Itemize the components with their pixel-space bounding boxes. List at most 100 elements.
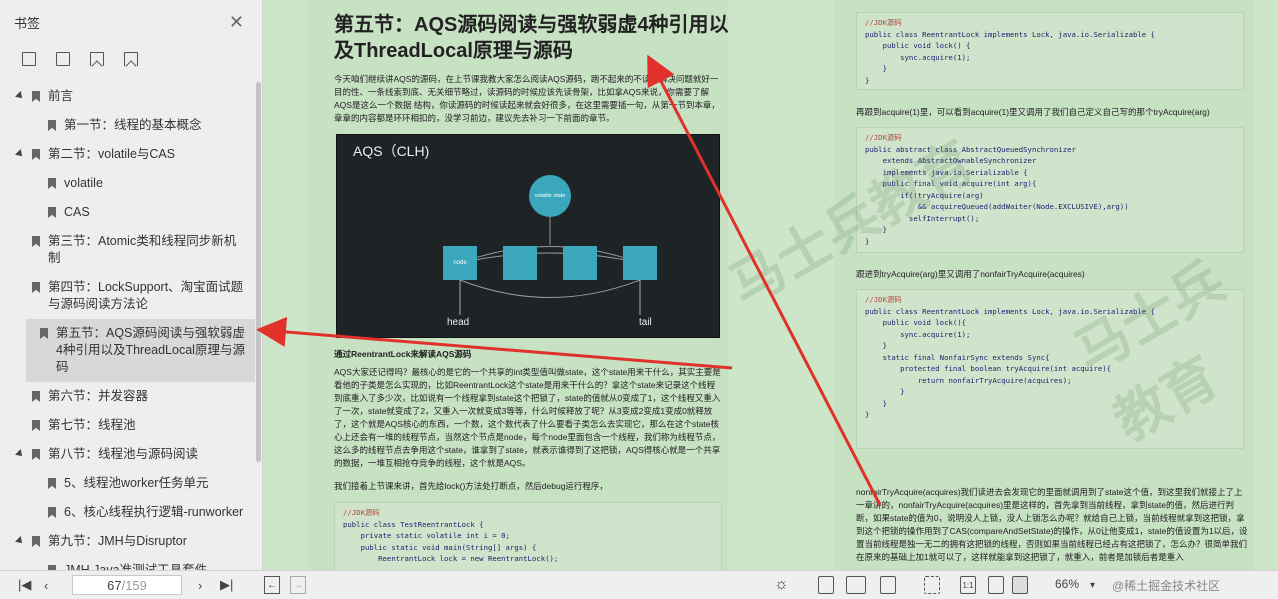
bookmark-item[interactable]: JMH Java准测试工具套件 [0,556,255,570]
bookmark-icon [48,478,56,489]
bookmark-item[interactable]: CAS [0,198,255,227]
code-line: //JDK源码 [865,133,902,142]
code-line: } [865,398,887,408]
code-line: public final void acquire(int arg){ [865,179,1037,188]
bookmark-item[interactable]: 第三节：Atomic类和线程同步新机制 [0,227,255,273]
code-line: sync.acquire(1); [865,329,971,339]
code-line: if(!tryAcquire(arg) [865,190,984,200]
bookmark-label: 第四节：LockSupport、淘宝面试题与源码阅读方法论 [48,280,244,311]
bookmark-item[interactable]: 第七节：线程池 [0,411,255,440]
actual-size-icon[interactable]: 1:1 [960,576,976,594]
bookmark-label: 第三节：Atomic类和线程同步新机制 [48,234,237,265]
bookmark-icon [32,420,40,431]
body-text-1: 再跟到acquire(1)里，可以看到acquire(1)里又调用了我们自己定义… [856,107,1210,117]
code-line: public static void main(String[] args) { [343,542,537,552]
subheading: 通过ReentrantLock来解读AQS源码 [334,349,472,359]
close-icon[interactable]: ✕ [229,12,244,33]
read-mode-icon[interactable]: ☼ [774,576,789,594]
code-line: //JDK源码 [865,18,902,27]
node-4 [623,246,657,280]
code-line: } [865,341,887,350]
bookmark-icon [48,178,56,189]
fit-page-icon[interactable] [924,576,940,594]
zoom-dropdown-icon[interactable]: ▾ [1090,576,1095,594]
code-line: sync.acquire(1); [865,52,971,62]
bookmark-icon [32,391,40,402]
double-page-icon[interactable] [846,576,866,594]
next-page-icon[interactable]: › [198,576,202,594]
code-line: } [865,64,887,73]
bookmark-item[interactable]: 第一节：线程的基本概念 [0,111,255,140]
bookmark-label: 第五节：AQS源码阅读与强软弱虚4种引用以及ThreadLocal原理与源码 [56,326,245,374]
add-bookmark-icon[interactable] [90,52,104,66]
single-page-icon[interactable] [818,576,834,594]
expand-toggle-icon[interactable] [15,149,25,159]
bookmark-label: 5、线程池worker任务单元 [64,476,209,490]
bookmark-item[interactable]: 5、线程池worker任务单元 [0,469,255,498]
document-view[interactable]: 第五节：AQS源码阅读与强软弱虚4种引用以及ThreadLocal原理与源码 今… [264,0,1278,570]
back-icon[interactable]: ← [264,576,280,594]
first-page-icon[interactable]: |◀ [18,576,31,594]
sidebar-scrollbar[interactable] [256,82,261,462]
aqs-diagram-image: AQS（CLH) volatile state node head tail [336,134,720,338]
code-line: } [865,225,887,234]
body-paragraph: AQS大家还记得吗？最核心的是它的一个共享的int类型值叫做state，这个st… [334,367,721,468]
continuous-icon[interactable] [880,576,896,594]
code-line: public abstract class AbstractQueuedSync… [865,144,1076,154]
pdf-viewer: 书签 ✕ 前言第一节：线程的基本概念第二节：volatile与CAS volati… [0,0,1278,599]
fit-window-icon[interactable] [1012,576,1028,594]
last-page-icon[interactable]: ▶| [220,576,233,594]
bookmark-item[interactable]: 第五节：AQS源码阅读与强软弱虚4种引用以及ThreadLocal原理与源码 [26,319,255,382]
expand-all-icon[interactable] [22,52,36,66]
sidebar-header: 书签 ✕ [0,0,262,44]
code-line: public class ReentrantLock implements Lo… [865,306,1155,316]
bookmark-icon [32,536,40,547]
bookmark-item[interactable]: 第八节：线程池与源码阅读 [0,440,255,469]
total-pages: /159 [121,577,147,593]
sidebar-title: 书签 [14,15,41,31]
forward-icon[interactable]: → [290,576,306,594]
current-page: 67 [107,577,122,593]
code-line: return nonfairTryAcquire(acquires); [865,375,1072,385]
collapse-all-icon[interactable] [56,52,70,66]
page-number-input[interactable]: 67 /159 [72,575,182,595]
source-credit: @稀土掘金技术社区 [1112,579,1221,593]
bookmark-sidebar: 书签 ✕ 前言第一节：线程的基本概念第二节：volatile与CAS volati… [0,0,263,570]
code-line: public void lock() { [865,41,971,50]
code-block-4: //JDK源码 public class ReentrantLock implem… [856,289,1244,449]
expand-toggle-icon[interactable] [15,536,25,546]
fit-width-icon[interactable] [988,576,1004,594]
code-line: public void lock(){ [865,318,967,327]
expand-toggle-icon[interactable] [15,91,25,101]
bookmark-icon [32,282,40,293]
zoom-level[interactable]: 66% [1055,577,1079,591]
bookmark-label: JMH Java准测试工具套件 [64,563,208,570]
bookmark-icon[interactable] [124,52,138,66]
bookmark-label: 前言 [48,89,74,103]
bookmark-label: 6、核心线程执行逻辑-runworker [64,505,244,519]
sidebar-toolbar [0,44,262,74]
body-text-2: 跟进到tryAcquire(arg)里又调用了nonfairTryAcquire… [856,269,1085,279]
code-line: ReentrantLock lock = new ReentrantLock()… [343,554,559,563]
bookmark-item[interactable]: 第四节：LockSupport、淘宝面试题与源码阅读方法论 [0,273,255,319]
bookmark-icon [32,236,40,247]
bookmark-item[interactable]: 第六节：并发容器 [0,382,255,411]
bookmark-label: 第九节：JMH与Disruptor [48,534,187,548]
code-line: public class ReentrantLock implements Lo… [865,29,1155,39]
expand-toggle-icon[interactable] [15,449,25,459]
bookmark-item[interactable]: 前言 [0,82,255,111]
bottom-toolbar: |◀ ‹ 67 /159 › ▶| ← → ☼ 1:1 66% ▾ @稀土掘金技… [0,570,1278,599]
code-block-3: //JDK源码 public abstract class AbstractQue… [856,127,1244,253]
bookmark-item[interactable]: 第九节：JMH与Disruptor [0,527,255,556]
bookmark-item[interactable]: 6、核心线程执行逻辑-runworker [0,498,255,527]
code-line: protected final boolean tryAcquire(int a… [865,364,1112,373]
node-1: node [443,246,477,280]
tail-label: tail [639,317,652,328]
head-label: head [447,317,470,328]
bookmark-icon [32,91,40,102]
bookmark-label: volatile [64,176,103,190]
prev-page-icon[interactable]: ‹ [44,576,48,594]
bookmark-label: 第一节：线程的基本概念 [64,118,202,132]
bookmark-item[interactable]: volatile [0,169,255,198]
bookmark-item[interactable]: 第二节：volatile与CAS [0,140,255,169]
